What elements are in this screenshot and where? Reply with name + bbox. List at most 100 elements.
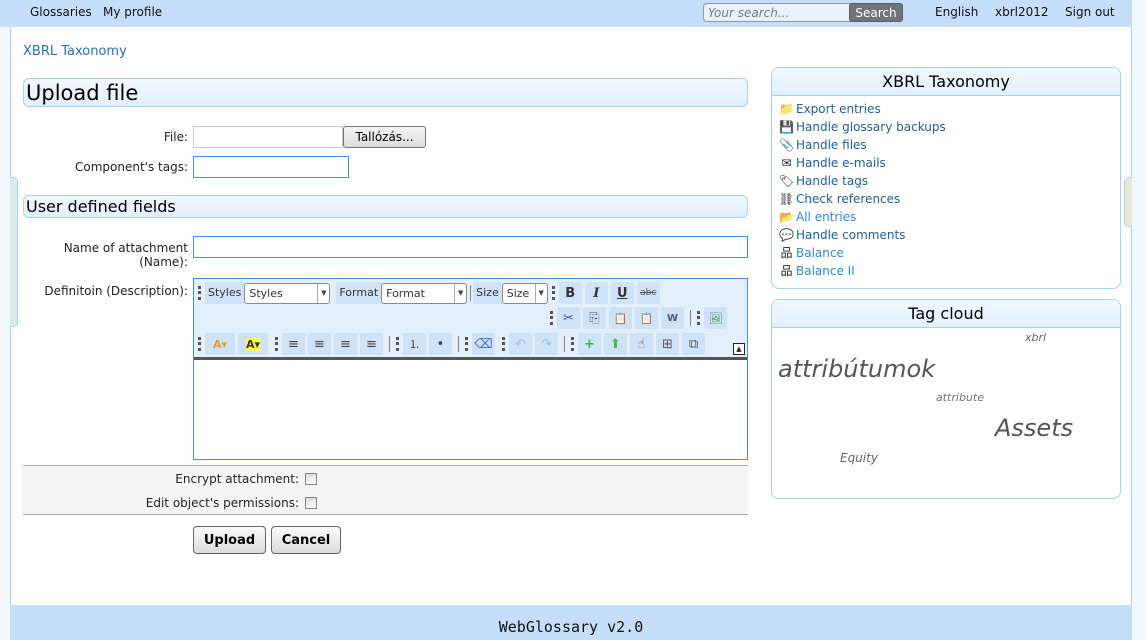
toolbar-grip[interactable] (275, 337, 279, 351)
styles-dropdown[interactable]: Styles ▼ (244, 282, 331, 304)
toolbar-separator (564, 336, 565, 352)
tag-equity[interactable]: Equity (840, 451, 878, 465)
new-page-icon: + (584, 336, 595, 352)
hand-pointer-icon: ☝ (637, 336, 646, 352)
new-page-button[interactable]: + (578, 333, 601, 355)
show-blocks-icon: ⧉ (688, 336, 699, 352)
menu-item-check-references[interactable]: ⛓ Check references (778, 190, 1120, 208)
toolbar-grip[interactable] (551, 286, 556, 300)
insert-template-button[interactable]: ⊞ (656, 333, 679, 355)
toolbar-grip[interactable] (465, 337, 469, 351)
underline-button[interactable]: U (610, 282, 634, 304)
bold-button[interactable]: B (558, 282, 582, 304)
align-left-icon: ≡ (288, 336, 299, 352)
menu-item-balance[interactable]: 品 Balance (778, 244, 1120, 262)
toolbar-grip[interactable] (550, 311, 554, 325)
menu-item-label: All entries (796, 210, 857, 224)
menu-item-handle-glossary-backups[interactable]: 💾 Handle glossary backups (778, 118, 1120, 136)
bulleted-list-icon: • (436, 336, 445, 352)
size-dropdown[interactable]: Size ▼ (501, 282, 548, 304)
align-right-button[interactable]: ≡ (334, 333, 357, 355)
eraser-icon: ⌫ (474, 336, 493, 352)
toolbar-grip[interactable] (396, 337, 400, 351)
nav-my-profile[interactable]: My profile (103, 5, 162, 19)
undo-button[interactable]: ↶ (509, 333, 532, 355)
strikethrough-button[interactable]: abc (636, 282, 660, 304)
toolbar-grip[interactable] (198, 337, 202, 351)
bulleted-list-button[interactable]: • (429, 333, 452, 355)
text-color-button[interactable]: A▾ (205, 333, 235, 355)
template-icon: ⊞ (662, 336, 673, 352)
toolbar-grip[interactable] (198, 286, 202, 300)
editor-toolbar-row-2: ✂ ⎘ 📋 📋 W 🖼 (546, 306, 730, 330)
file-input[interactable] (193, 126, 343, 148)
sign-out-link[interactable]: Sign out (1065, 5, 1115, 19)
chevron-down-icon: ▼ (454, 283, 466, 303)
toolbar-grip[interactable] (697, 311, 701, 325)
editor-toolbar-row-1: Styles Styles ▼ Format Format ▼ Size Siz… (194, 281, 663, 305)
tags-input[interactable] (193, 156, 349, 178)
toolbar-separator (690, 310, 691, 326)
menu-item-handle-files[interactable]: 📎 Handle files (778, 136, 1120, 154)
numbered-list-icon: ⒈ (409, 338, 420, 351)
align-center-icon: ≡ (314, 336, 325, 352)
search-input[interactable] (703, 3, 853, 22)
menu-item-balance-ii[interactable]: 品 Balance II (778, 262, 1120, 280)
show-blocks-button[interactable]: ⧉ (682, 333, 705, 355)
scissors-icon: ✂ (563, 310, 574, 326)
backup-icon: 💾 (779, 120, 794, 134)
italic-button[interactable]: I (584, 282, 608, 304)
permissions-checkbox[interactable] (305, 497, 317, 509)
search-button[interactable]: Search (849, 3, 903, 22)
folder-icon: 📂 (779, 210, 794, 224)
paste-word-button[interactable]: W (661, 307, 684, 329)
format-label: Format (336, 282, 382, 304)
collapse-toolbar-icon[interactable]: ▲ (733, 343, 745, 355)
toolbar-grip[interactable] (571, 337, 575, 351)
paste-button[interactable]: 📋 (609, 307, 632, 329)
select-button[interactable]: ☝ (630, 333, 653, 355)
tag-attribute[interactable]: attribute (936, 391, 984, 404)
toolbar-grip[interactable] (502, 337, 506, 351)
background-color-button[interactable]: A▾ (238, 333, 268, 355)
menu-item-label: Handle e-mails (796, 156, 886, 170)
breadcrumb[interactable]: XBRL Taxonomy (23, 44, 127, 59)
nav-glossaries[interactable]: Glossaries (30, 5, 92, 19)
left-side-tab[interactable] (10, 177, 18, 327)
align-center-button[interactable]: ≡ (308, 333, 331, 355)
copy-button[interactable]: ⎘ (583, 307, 606, 329)
upload-button[interactable]: Upload (193, 526, 266, 554)
numbered-list-button[interactable]: ⒈ (403, 333, 426, 355)
editor-content-area[interactable] (194, 357, 747, 459)
tag-xbrl[interactable]: xbrl (1025, 331, 1046, 344)
menu-item-handle-e-mails[interactable]: ✉ Handle e-mails (778, 154, 1120, 172)
menu-item-all-entries[interactable]: 📂 All entries (778, 208, 1120, 226)
right-side-tab[interactable] (1124, 177, 1132, 227)
format-dropdown[interactable]: Format ▼ (381, 282, 468, 304)
browse-button[interactable]: Tallózás... (343, 126, 426, 148)
upload-button-editor[interactable]: ⬆ (604, 333, 627, 355)
format-value: Format (386, 286, 425, 300)
cancel-button[interactable]: Cancel (271, 526, 341, 554)
language-link[interactable]: English (935, 5, 978, 19)
remove-format-button[interactable]: ⌫ (472, 333, 495, 355)
cut-button[interactable]: ✂ (557, 307, 580, 329)
user-link[interactable]: xbrl2012 (995, 5, 1049, 19)
menu-item-handle-tags[interactable]: 🏷 Handle tags (778, 172, 1120, 190)
styles-value: Styles (249, 286, 283, 300)
align-left-button[interactable]: ≡ (282, 333, 305, 355)
encrypt-checkbox[interactable] (305, 473, 317, 485)
tag-attributumok[interactable]: attribútumok (778, 355, 935, 383)
underline-icon: U (616, 285, 628, 301)
image-button[interactable]: 🖼 (704, 307, 727, 329)
toolbar-separator (389, 336, 390, 352)
justify-button[interactable]: ≡ (360, 333, 383, 355)
tag-cloud-panel: Tag cloud xbrl attribútumok attribute As… (771, 299, 1121, 499)
paste-text-button[interactable]: 📋 (635, 307, 658, 329)
italic-icon: I (593, 285, 600, 301)
redo-button[interactable]: ↷ (535, 333, 558, 355)
tag-assets[interactable]: Assets (995, 414, 1073, 442)
name-input[interactable] (193, 236, 748, 258)
menu-item-handle-comments[interactable]: 💬 Handle comments (778, 226, 1120, 244)
menu-item-export-entries[interactable]: 📁 Export entries (778, 100, 1120, 118)
